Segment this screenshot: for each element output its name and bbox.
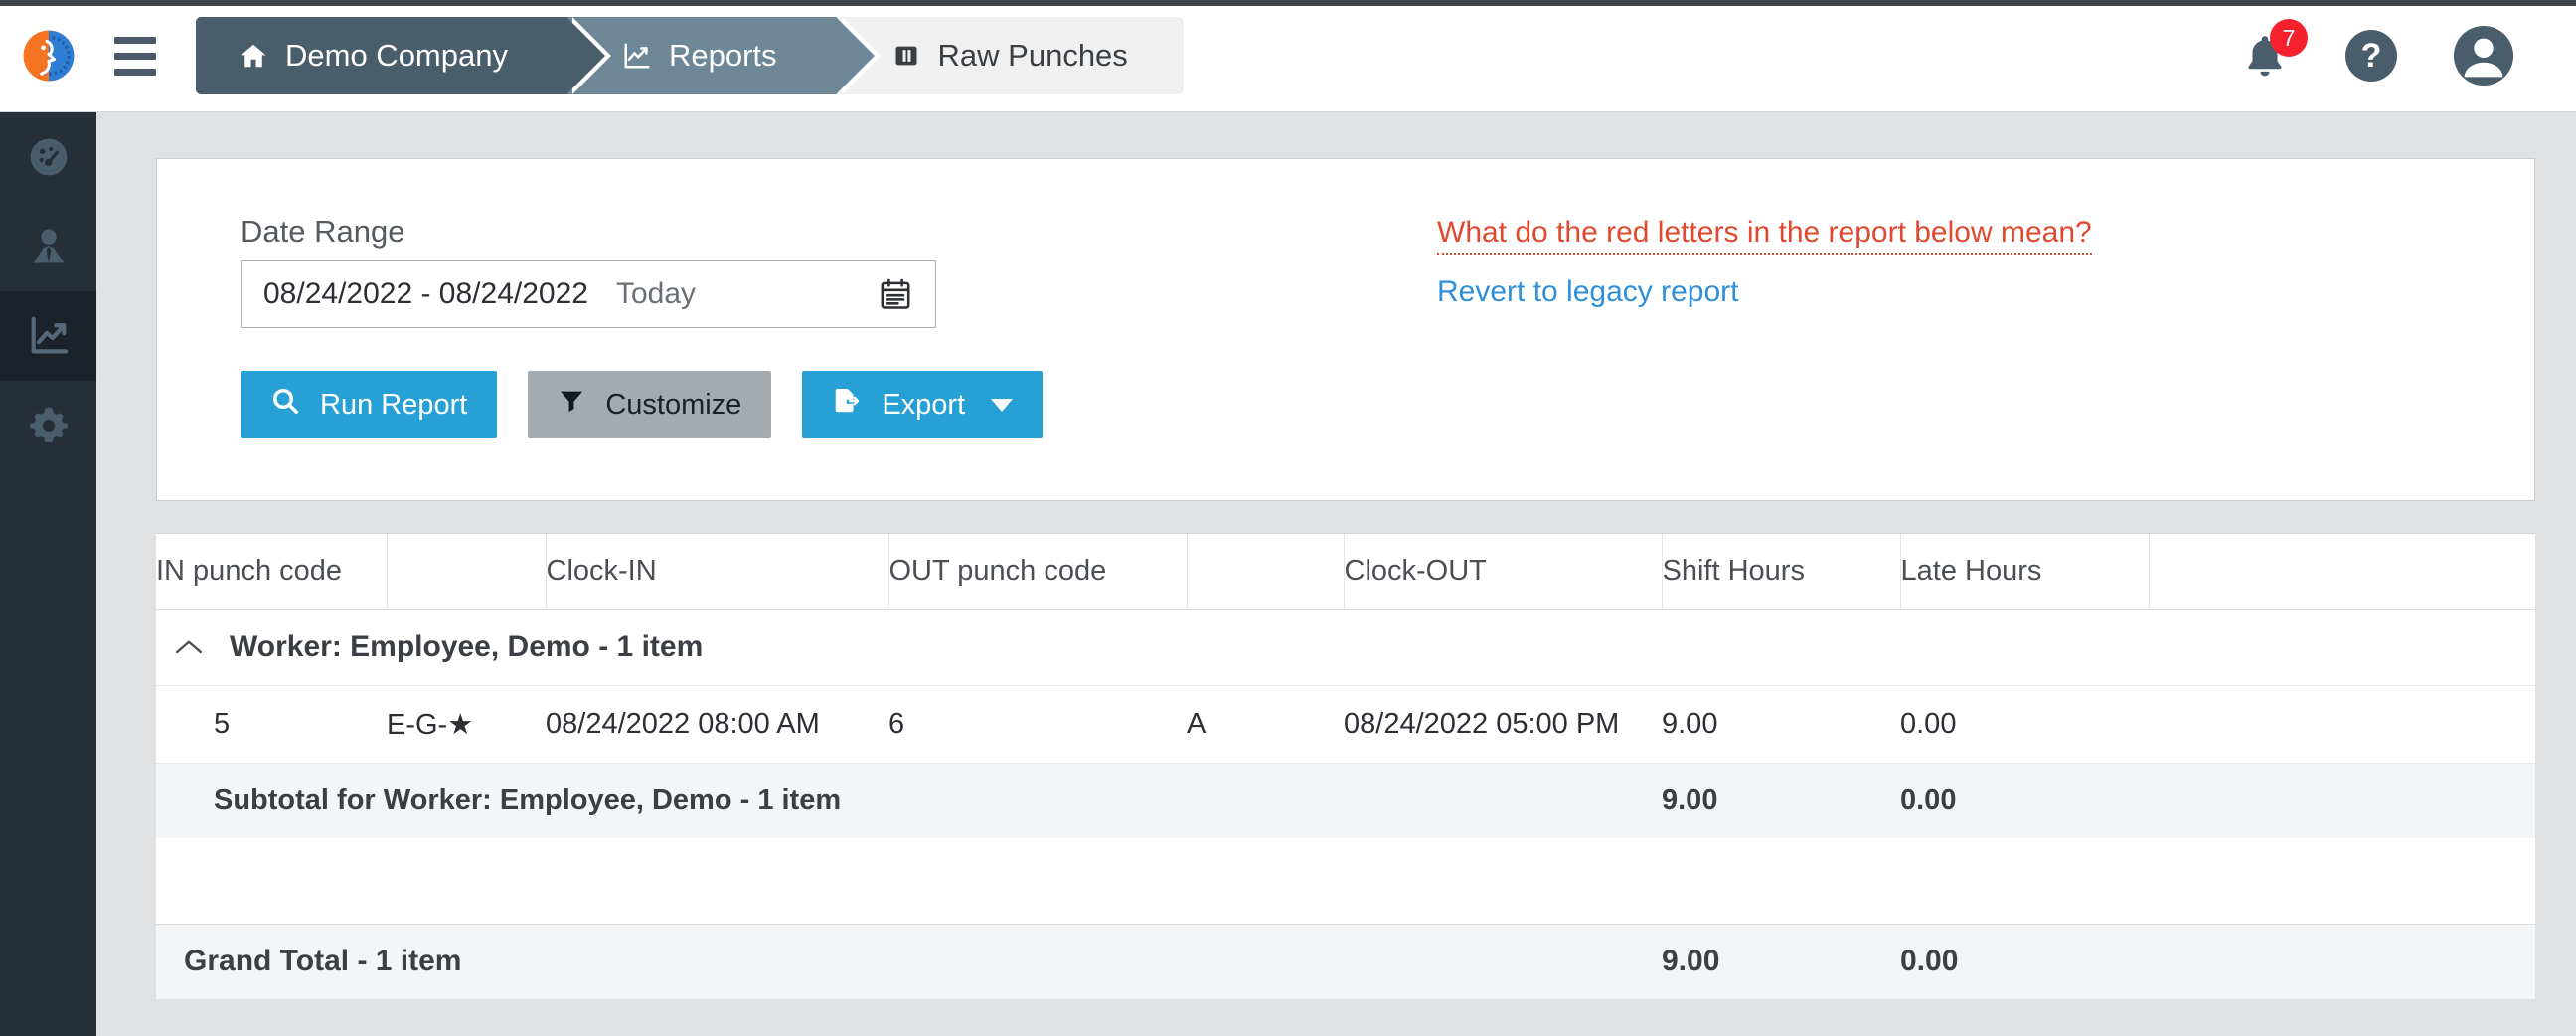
sidebar [0, 112, 96, 1036]
column-header-late-hours[interactable]: Late Hours [1900, 534, 2150, 610]
sidebar-item-settings[interactable] [0, 381, 96, 470]
column-header-out-flags[interactable] [1187, 534, 1345, 610]
sidebar-item-dashboard[interactable] [0, 112, 96, 202]
cell-in-punch-code: 5 [156, 685, 387, 764]
cell-clock-in: 08/24/2022 08:00 AM [546, 685, 888, 764]
dashboard-gauge-icon [30, 138, 67, 176]
column-header-blank [2149, 534, 2535, 610]
user-avatar-icon[interactable] [2453, 25, 2514, 86]
column-header-in-punch-code[interactable]: IN punch code [156, 534, 388, 610]
search-icon [270, 386, 300, 424]
report-table-container: IN punch code Clock-IN OUT punch code Cl… [156, 533, 2535, 999]
date-range-today-label: Today [615, 277, 697, 310]
hamburger-bar [114, 36, 156, 44]
subtotal-shift-hours: 9.00 [1662, 763, 1900, 838]
filters-card: Date Range 08/24/2022 - 08/24/2022 Today [156, 158, 2535, 501]
subtotal-row: Subtotal for Worker: Employee, Demo - 1 … [156, 763, 2535, 838]
group-header-label: Worker: Employee, Demo - 1 item [230, 630, 704, 663]
grand-total-blank [2149, 923, 2535, 999]
app-root: Demo Company Reports Raw Punches 7 ? Dat… [0, 0, 2576, 1036]
hamburger-bar [114, 52, 156, 60]
notifications-button[interactable]: 7 [2240, 19, 2308, 83]
question-mark-icon: ? [2360, 36, 2382, 75]
sidebar-item-employees[interactable] [0, 202, 96, 291]
file-export-icon [832, 386, 862, 424]
breadcrumb: Demo Company Reports Raw Punches [196, 17, 1184, 94]
notification-badge: 7 [2270, 19, 2308, 57]
chevron-up-icon[interactable] [174, 637, 204, 657]
cell-in-flags: E-G-★ [387, 685, 546, 764]
export-button[interactable]: Export [802, 371, 1044, 438]
home-icon [238, 40, 269, 72]
date-range-input[interactable]: 08/24/2022 - 08/24/2022 Today [241, 260, 936, 328]
calendar-icon[interactable] [878, 276, 913, 312]
cell-shift-hours: 9.00 [1662, 685, 1900, 764]
employee-person-icon [33, 229, 64, 263]
top-accent-strip [0, 0, 2576, 6]
group-header-cell: Worker: Employee, Demo - 1 item [156, 609, 2535, 686]
grand-total-row: Grand Total - 1 item 9.00 0.00 [156, 923, 2535, 999]
date-range-value: 08/24/2022 - 08/24/2022 [263, 277, 588, 310]
top-bar: Demo Company Reports Raw Punches 7 ? [0, 0, 2576, 112]
column-header-clock-in[interactable]: Clock-IN [546, 534, 889, 610]
revert-legacy-report-link[interactable]: Revert to legacy report [1437, 275, 1738, 309]
hamburger-menu-icon[interactable] [96, 0, 174, 112]
chevron-down-icon [991, 398, 1014, 412]
table-row[interactable]: 5 E-G-★ 08/24/2022 08:00 AM 6 A 08/24/20… [156, 685, 2535, 764]
company-logo-icon [23, 30, 74, 82]
column-header-clock-out[interactable]: Clock-OUT [1344, 534, 1663, 610]
group-header-row[interactable]: Worker: Employee, Demo - 1 item [156, 609, 2535, 686]
grand-total-shift-hours: 9.00 [1662, 923, 1900, 999]
run-report-button[interactable]: Run Report [241, 371, 498, 438]
cell-late-hours: 0.00 [1900, 685, 2149, 764]
breadcrumb-label-raw-punches: Raw Punches [937, 38, 1128, 73]
reports-chart-icon [31, 316, 68, 354]
customize-button[interactable]: Customize [528, 371, 772, 438]
breadcrumb-label-company: Demo Company [285, 38, 508, 73]
raw-punches-table: IN punch code Clock-IN OUT punch code Cl… [156, 534, 2535, 999]
cell-out-flags: A [1187, 685, 1344, 764]
hamburger-bar [114, 68, 156, 76]
customize-label: Customize [605, 388, 742, 421]
sidebar-item-reports[interactable] [0, 291, 96, 381]
main-content: Date Range 08/24/2022 - 08/24/2022 Today [96, 112, 2576, 1036]
export-label: Export [882, 388, 966, 421]
column-header-shift-hours[interactable]: Shift Hours [1662, 534, 1901, 610]
column-header-in-flags[interactable] [387, 534, 547, 610]
table-spacer-cell [156, 838, 2535, 924]
breadcrumb-item-company[interactable]: Demo Company [196, 17, 611, 94]
chart-line-icon [621, 40, 653, 72]
settings-gear-icon [29, 407, 68, 442]
help-button[interactable]: ? [2345, 30, 2397, 82]
table-spacer-row [156, 838, 2535, 924]
logo-container[interactable] [0, 0, 96, 112]
table-header-row: IN punch code Clock-IN OUT punch code Cl… [156, 534, 2535, 610]
subtotal-late-hours: 0.00 [1900, 763, 2149, 838]
subtotal-blank [2149, 763, 2535, 838]
table-columns-icon [890, 40, 922, 72]
grand-total-label: Grand Total - 1 item [156, 923, 1662, 999]
cell-clock-out: 08/24/2022 05:00 PM [1344, 685, 1662, 764]
date-range-label: Date Range [241, 214, 405, 249]
top-bar-actions: 7 ? [2240, 19, 2576, 86]
run-report-label: Run Report [320, 388, 468, 421]
grand-total-late-hours: 0.00 [1900, 923, 2149, 999]
subtotal-label: Subtotal for Worker: Employee, Demo - 1 … [156, 763, 1662, 838]
cell-blank [2149, 685, 2535, 764]
filter-actions: Run Report Customize Export [241, 371, 1044, 438]
column-header-out-punch-code[interactable]: OUT punch code [888, 534, 1188, 610]
filter-funnel-icon [558, 387, 585, 423]
breadcrumb-item-raw-punches[interactable]: Raw Punches [836, 17, 1184, 94]
breadcrumb-label-reports: Reports [668, 38, 777, 73]
red-letters-help-link[interactable]: What do the red letters in the report be… [1437, 216, 2092, 255]
cell-out-punch-code: 6 [888, 685, 1187, 764]
